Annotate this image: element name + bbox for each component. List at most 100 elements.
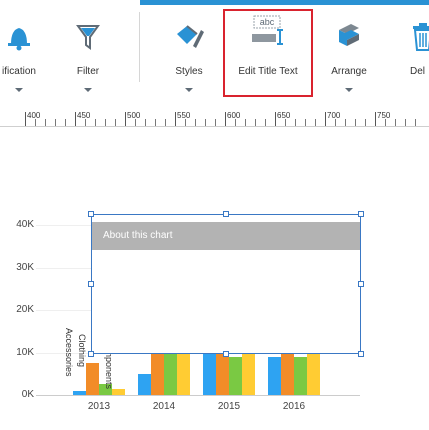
bar[interactable] [242, 352, 255, 395]
chart-area: 0K 10K 20K 30K 40K Accessories Clothing Compon… [0, 130, 429, 430]
chevron-down-icon[interactable] [185, 88, 193, 92]
ruler-minor-tick [365, 119, 366, 126]
funnel-icon [76, 25, 100, 50]
bar[interactable] [177, 352, 190, 395]
resize-handle[interactable] [88, 211, 94, 217]
ruler-minor-tick [95, 119, 96, 126]
y-tick-label: 30K [16, 261, 34, 273]
ribbon-toolbar: ification Filter Styles abc Edit Title T… [0, 0, 429, 100]
arrange-label: Arrange [331, 66, 367, 77]
x-tick-label: 2014 [152, 401, 176, 412]
ruler-minor-tick [345, 119, 346, 126]
y-tick-label: 10K [16, 346, 34, 358]
bar[interactable] [203, 348, 216, 395]
styles-label: Styles [175, 66, 203, 77]
ruler-minor-tick [195, 119, 196, 126]
y-tick-label: 40K [16, 219, 34, 230]
resize-handle[interactable] [223, 211, 229, 217]
ruler-tick-label: 650 [277, 111, 291, 120]
ruler-minor-tick [245, 119, 246, 126]
ruler-tick-label: 550 [177, 111, 191, 120]
filter-label: Filter [76, 66, 100, 77]
bar[interactable] [294, 356, 307, 395]
chevron-down-icon[interactable] [345, 88, 353, 92]
ruler-tick-label: 500 [127, 111, 141, 120]
y-tick-label: 20K [16, 304, 34, 315]
ruler-minor-tick [85, 119, 86, 126]
ruler-major-tick [125, 112, 126, 126]
ruler-minor-tick [155, 119, 156, 126]
bar[interactable] [138, 373, 151, 395]
ruler-minor-tick [295, 119, 296, 126]
bar[interactable] [86, 363, 99, 395]
ruler-major-tick [275, 112, 276, 126]
ruler-minor-tick [255, 119, 256, 126]
ruler-minor-tick [45, 119, 46, 126]
ruler-major-tick [175, 112, 176, 126]
filter-button[interactable]: Filter [58, 0, 118, 100]
x-tick-label: 2013 [87, 401, 111, 412]
y-tick-label: 0K [21, 389, 34, 400]
arrange-button[interactable]: Arrange [318, 0, 380, 100]
ruler-minor-tick [355, 119, 356, 126]
horizontal-ruler: 400 450 500 550 600 650 700 750 [0, 104, 429, 127]
styles-button[interactable]: Styles [158, 0, 220, 100]
ruler-minor-tick [165, 119, 166, 126]
x-tick-label: 2015 [217, 401, 241, 412]
x-tick-label: 2016 [282, 401, 306, 412]
ruler-minor-tick [105, 119, 106, 126]
bar-category-label: Clothing [77, 334, 87, 368]
resize-handle[interactable] [358, 281, 364, 287]
chevron-down-icon[interactable] [15, 88, 23, 92]
ruler-minor-tick [115, 119, 116, 126]
trash-icon [413, 23, 429, 51]
bar[interactable] [112, 388, 125, 395]
bar[interactable] [151, 348, 164, 395]
notification-label: ification [2, 66, 36, 77]
about-chart-panel[interactable]: About this chart [91, 214, 361, 354]
ruler-minor-tick [55, 119, 56, 126]
resize-handle[interactable] [223, 351, 229, 357]
ruler-minor-tick [215, 119, 216, 126]
ruler-minor-tick [305, 119, 306, 126]
ruler-minor-tick [235, 119, 236, 126]
notification-button[interactable]: ification [0, 0, 58, 100]
bar[interactable] [268, 356, 281, 395]
ruler-minor-tick [145, 119, 146, 126]
delete-label: Del [410, 66, 426, 77]
ruler-major-tick [375, 112, 376, 126]
highlight-frame [223, 9, 313, 97]
arrange-layers-icon [339, 24, 359, 46]
about-chart-title[interactable]: About this chart [92, 222, 360, 250]
ruler-minor-tick [315, 119, 316, 126]
ruler-tick-label: 700 [327, 111, 341, 120]
ruler-minor-tick [35, 119, 36, 126]
ruler-minor-tick [415, 119, 416, 126]
ruler-major-tick [75, 112, 76, 126]
ruler-minor-tick [405, 119, 406, 126]
bar[interactable] [307, 352, 320, 395]
bar[interactable] [229, 356, 242, 395]
ruler-tick-label: 400 [27, 111, 41, 120]
resize-handle[interactable] [358, 351, 364, 357]
ruler-major-tick [325, 112, 326, 126]
bar-category-label: Accessories [64, 328, 74, 377]
paint-bucket-icon [177, 25, 204, 48]
resize-handle[interactable] [358, 211, 364, 217]
resize-handle[interactable] [88, 281, 94, 287]
ruler-minor-tick [265, 119, 266, 126]
delete-button[interactable]: Del [398, 0, 429, 100]
ruler-minor-tick [185, 119, 186, 126]
chevron-down-icon[interactable] [84, 88, 92, 92]
bar[interactable] [281, 348, 294, 395]
resize-handle[interactable] [88, 351, 94, 357]
ruler-major-tick [225, 112, 226, 126]
ribbon-separator [139, 12, 140, 82]
ruler-minor-tick [135, 119, 136, 126]
bell-icon [8, 28, 30, 51]
ruler-minor-tick [285, 119, 286, 126]
bar[interactable] [164, 348, 177, 395]
ruler-minor-tick [385, 119, 386, 126]
ruler-minor-tick [335, 119, 336, 126]
bar[interactable] [73, 390, 86, 395]
